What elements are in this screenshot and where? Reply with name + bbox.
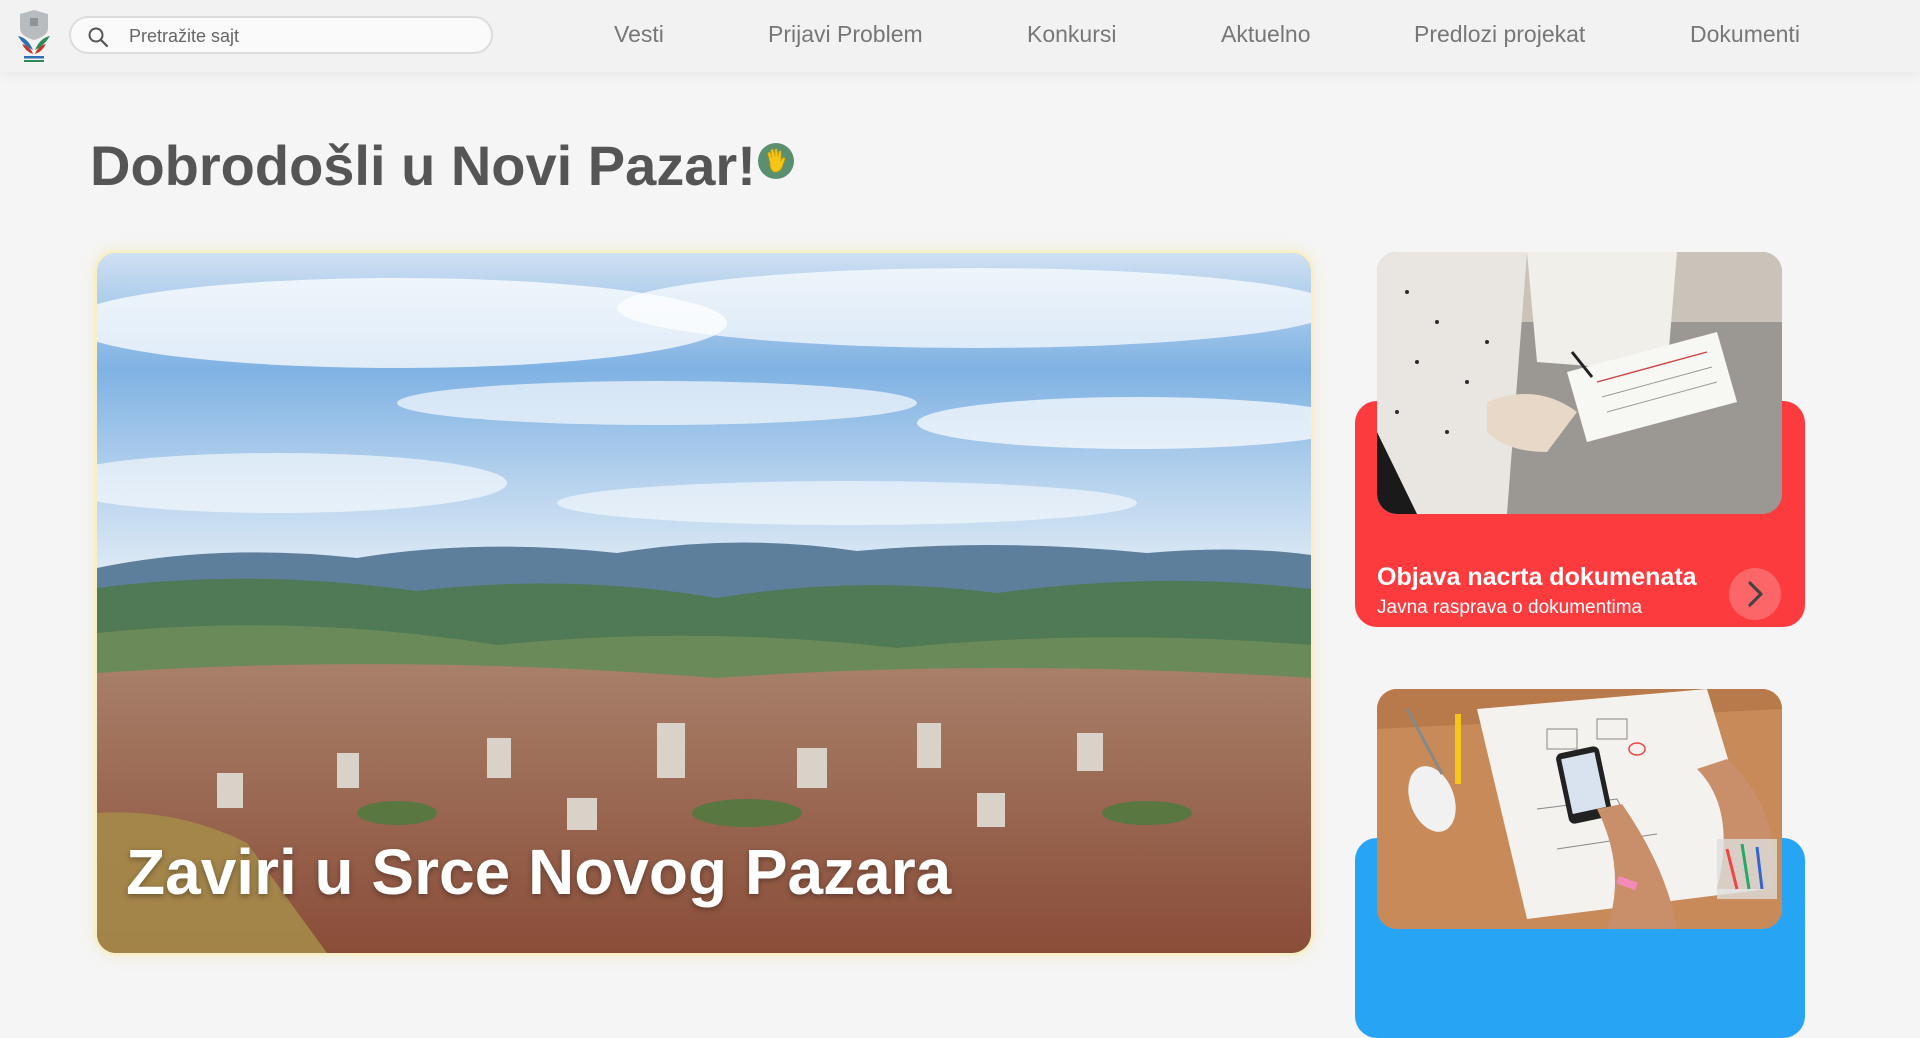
top-navigation-bar: Vesti Prijavi Problem Konkursi Aktuelno … <box>0 0 1920 72</box>
chevron-right-icon[interactable] <box>1729 568 1781 620</box>
nav-link-vesti[interactable]: Vesti <box>614 21 664 48</box>
city-logo[interactable] <box>14 10 54 62</box>
search-input[interactable] <box>127 22 481 50</box>
search-icon <box>88 27 109 48</box>
waving-hand-icon <box>757 143 794 179</box>
welcome-title: Dobrodošli u Novi Pazar! <box>90 134 756 197</box>
desk-planning-image <box>1377 689 1782 929</box>
nav-link-konkursi[interactable]: Konkursi <box>1027 21 1116 48</box>
welcome-heading: Dobrodošli u Novi Pazar! <box>90 131 794 201</box>
search-box <box>69 16 493 54</box>
nav-link-dokumenti[interactable]: Dokumenti <box>1690 21 1800 48</box>
nav-link-predlozi-projekat[interactable]: Predlozi projekat <box>1414 21 1585 48</box>
hero-title: Zaviri u Srce Novog Pazara <box>126 836 952 908</box>
card-title: Objava nacrta dokumenata <box>1377 563 1697 591</box>
documents-signing-image <box>1377 252 1782 514</box>
nav-link-prijavi-problem[interactable]: Prijavi Problem <box>768 21 923 48</box>
card-subtitle: Javna rasprava o dokumentima <box>1377 597 1643 618</box>
hero-banner[interactable]: Zaviri u Srce Novog Pazara <box>94 250 1314 956</box>
nav-link-aktuelno[interactable]: Aktuelno <box>1221 21 1311 48</box>
